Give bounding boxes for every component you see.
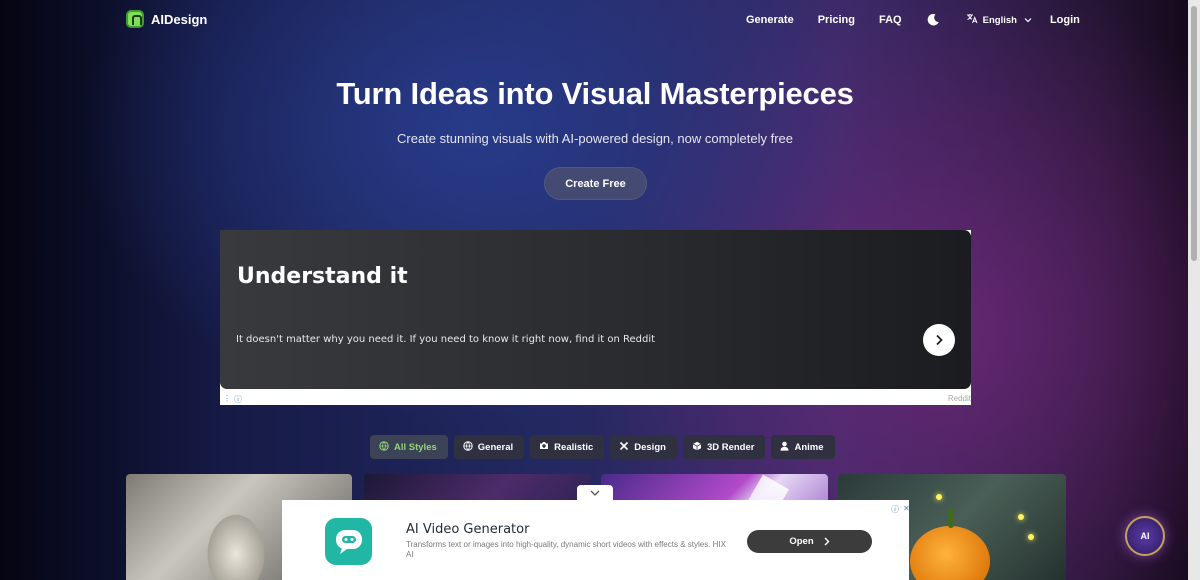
chevron-right-icon [824, 537, 830, 546]
logo-icon [126, 10, 144, 28]
nav-link-pricing[interactable]: Pricing [818, 14, 855, 26]
hero-title: Turn Ideas into Visual Masterpieces [336, 76, 854, 111]
globe-icon [463, 440, 473, 454]
ad-arrow-button[interactable] [923, 324, 955, 356]
dark-mode-toggle-icon[interactable] [926, 13, 940, 27]
chevron-down-icon [590, 490, 600, 496]
language-selector[interactable]: English [966, 13, 1032, 27]
style-tabs: All Styles General Realistic Design 3D R… [370, 435, 835, 459]
chat-bot-icon [325, 518, 372, 565]
tab-anime[interactable]: Anime [771, 435, 835, 459]
ad-description: Transforms text or images into high-qual… [406, 540, 726, 560]
login-link[interactable]: Login [1050, 14, 1080, 26]
scrollbar-thumb[interactable] [1191, 6, 1197, 261]
globe-icon [379, 440, 389, 454]
bottom-ad-banner[interactable]: AI Video Generator Transforms text or im… [282, 500, 910, 580]
tab-label: Anime [794, 441, 824, 453]
ad-text: It doesn't matter why you need it. If yo… [236, 334, 656, 345]
ai-assistant-button[interactable]: AI [1125, 516, 1165, 556]
tab-label: Realistic [554, 441, 594, 453]
tab-design[interactable]: Design [610, 435, 677, 459]
cube-icon [692, 441, 702, 454]
person-icon [780, 441, 789, 454]
tab-general[interactable]: General [453, 435, 525, 459]
ad-info-icon[interactable]: ⓘ [234, 394, 242, 405]
tab-3d-render[interactable]: 3D Render [682, 435, 766, 459]
close-icon[interactable]: ✕ [903, 504, 910, 515]
create-free-button[interactable]: Create Free [544, 167, 647, 200]
brand-name: AIDesign [151, 11, 208, 27]
tab-label: Design [634, 441, 666, 453]
tab-label: General [477, 441, 514, 453]
brand-logo[interactable]: AIDesign [126, 10, 207, 28]
nav-links: Generate Pricing FAQ English Login [746, 13, 1080, 27]
open-label: Open [789, 536, 814, 547]
hero-subtitle: Create stunning visuals with AI-powered … [397, 131, 793, 146]
ad-open-button[interactable]: Open [747, 530, 872, 553]
tab-label: All Styles [394, 441, 437, 453]
chevron-down-icon [1024, 16, 1032, 25]
ad-headline: Understand it [237, 264, 408, 289]
ad-source: Reddit [947, 394, 971, 403]
ad-collapse-button[interactable] [577, 485, 613, 501]
chevron-right-icon [936, 334, 943, 346]
nav-link-faq[interactable]: FAQ [879, 14, 902, 26]
tab-realistic[interactable]: Realistic [530, 435, 605, 459]
nav-link-generate[interactable]: Generate [746, 14, 794, 26]
tab-label: 3D Render [706, 441, 755, 453]
camera-icon [539, 441, 549, 453]
top-ad-banner[interactable]: Understand it It doesn't matter why you … [220, 230, 971, 405]
ad-choices-icons[interactable]: ⓘ ✕ [891, 504, 910, 515]
ad-title: AI Video Generator [406, 522, 530, 537]
ad-info-icon[interactable]: ⓘ [891, 504, 899, 515]
top-navbar: AIDesign Generate Pricing FAQ English Lo… [0, 0, 1188, 40]
scrollbar[interactable] [1188, 0, 1200, 580]
tools-icon [619, 441, 629, 454]
language-label: English [982, 14, 1017, 26]
ai-label: AI [1140, 531, 1150, 541]
translate-icon [966, 13, 978, 27]
ad-menu-icon[interactable]: ⋮ [223, 394, 231, 405]
tab-all-styles[interactable]: All Styles [370, 435, 448, 459]
ad-choices-icons[interactable]: ⋮ ⓘ [223, 394, 242, 405]
ad-card[interactable]: Understand it It doesn't matter why you … [220, 230, 971, 389]
